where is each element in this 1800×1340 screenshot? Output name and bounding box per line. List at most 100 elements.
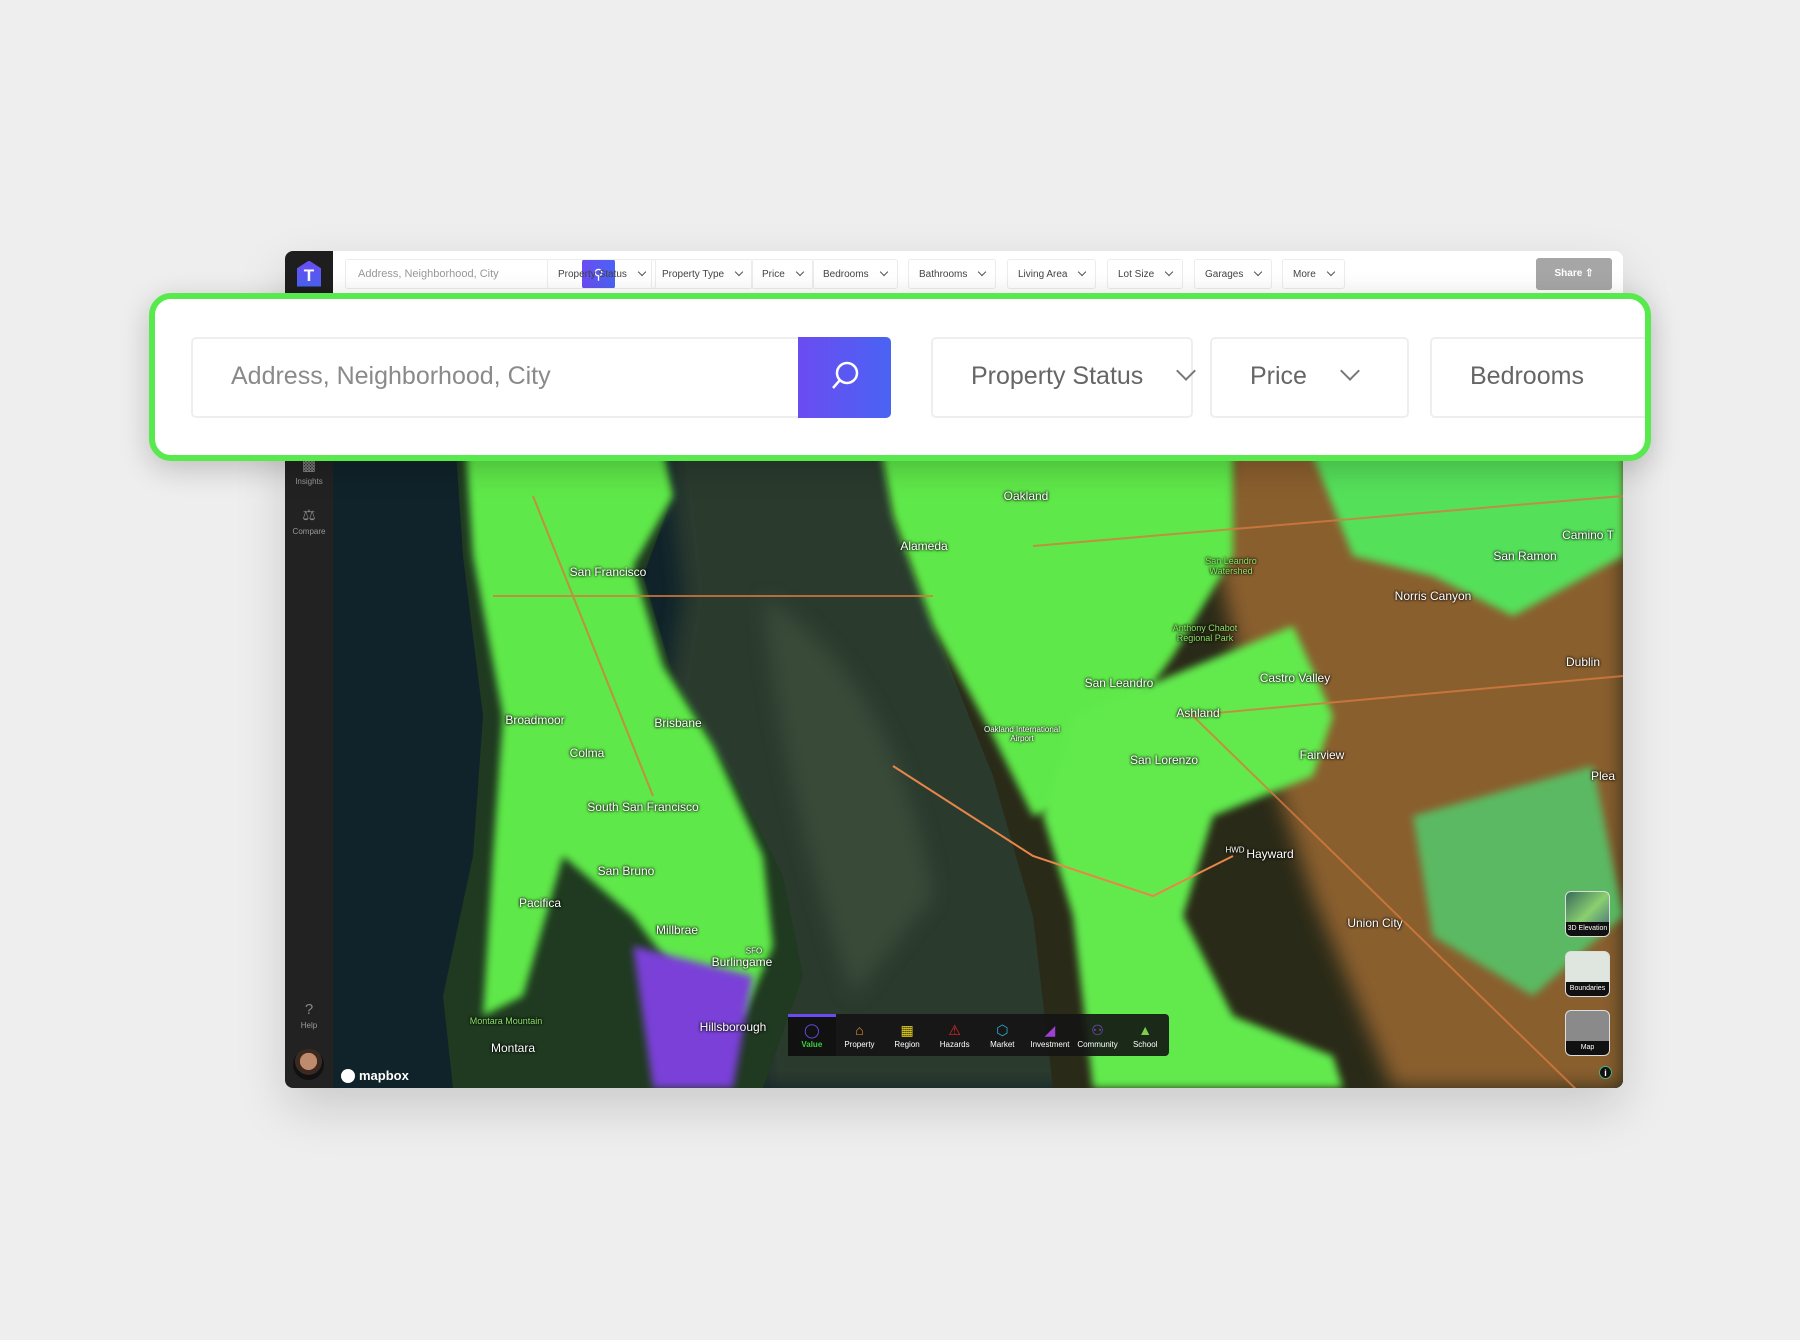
tab-value[interactable]: ◯ Value — [788, 1014, 836, 1056]
avatar[interactable] — [293, 1049, 324, 1080]
search-icon — [832, 361, 859, 389]
layer-label: Map — [1566, 1041, 1609, 1055]
filter-bedrooms[interactable]: Bedrooms — [812, 259, 898, 289]
layer-map-button[interactable]: Map — [1565, 1010, 1610, 1056]
tab-community[interactable]: ⚇ Community — [1074, 1014, 1122, 1056]
growth-chart-icon: ◢ — [1044, 1021, 1056, 1038]
map-label: Pacifica — [518, 896, 562, 910]
mapbox-wordmark: mapbox — [359, 1068, 409, 1083]
warning-icon: ⚠ — [948, 1021, 961, 1038]
tab-label: Value — [801, 1039, 823, 1049]
tab-label: Region — [894, 1039, 920, 1049]
grid-icon: ▦ — [900, 1021, 914, 1038]
tab-label: School — [1132, 1039, 1158, 1049]
map-label: San Francisco — [569, 565, 647, 579]
filter-living-area[interactable]: Living Area — [1007, 259, 1097, 289]
filter-garages[interactable]: Garages — [1194, 259, 1273, 289]
chevron-down-icon — [734, 267, 744, 277]
map-label: San Leandro — [1084, 676, 1154, 690]
sidebar-item-help[interactable]: ? Help — [285, 1001, 333, 1030]
chevron-down-icon — [637, 267, 647, 277]
mapbox-icon — [341, 1068, 355, 1083]
sidebar-item-compare[interactable]: ⚖ Compare — [285, 506, 333, 536]
filter-property-status-zoomed[interactable]: Property Status — [931, 337, 1197, 418]
chevron-down-icon — [1340, 361, 1360, 381]
map-label: Millbrae — [655, 923, 699, 937]
map-label: Colma — [569, 746, 605, 760]
map-label: Broadmoor — [505, 713, 565, 727]
filter-label: More — [1293, 269, 1316, 280]
chevron-down-icon — [1326, 267, 1336, 277]
tab-market[interactable]: ⬡ Market — [979, 1014, 1027, 1056]
filter-property-status[interactable]: Property Status — [547, 259, 656, 289]
house-icon: ⌂ — [855, 1021, 864, 1038]
map-label: San Leandro Watershed — [1205, 556, 1257, 576]
map-label: Plea — [1590, 769, 1616, 783]
map-label: San Lorenzo — [1129, 753, 1199, 767]
sidebar-item-label: Compare — [292, 527, 326, 536]
map-label: Castro Valley — [1259, 671, 1331, 685]
map-label: San Bruno — [597, 864, 655, 878]
hexagon-t-icon: ⬡ — [996, 1021, 1009, 1038]
filter-label: Bedrooms — [823, 269, 869, 280]
map-label: Hayward — [1246, 847, 1294, 861]
map-label: Camino T — [1562, 528, 1614, 542]
filter-property-type[interactable]: Property Type — [651, 259, 754, 289]
chevron-down-icon — [1164, 267, 1174, 277]
map-label: Fairview — [1299, 748, 1345, 762]
map-label: South San Francisco — [587, 800, 699, 814]
filter-label: Bathrooms — [919, 269, 968, 280]
filter-price-zoomed[interactable]: Price — [1210, 337, 1409, 418]
filter-lot-size[interactable]: Lot Size — [1107, 259, 1184, 289]
map-label: Anthony Chabot Regional Park — [1172, 623, 1238, 643]
filter-price[interactable]: Price — [751, 259, 814, 289]
filter-label: Property Status — [558, 269, 627, 280]
filter-more[interactable]: More — [1282, 259, 1345, 289]
zoomed-search-callout: Address, Neighborhood, City Property Sta… — [149, 293, 1651, 461]
tab-label: Hazards — [939, 1039, 970, 1049]
info-icon[interactable]: i — [1599, 1066, 1612, 1079]
map-label: Burlingame — [711, 955, 773, 969]
map-label: Alameda — [900, 539, 948, 553]
people-icon: ⚇ — [1091, 1021, 1104, 1038]
chevron-down-icon — [1078, 267, 1087, 277]
filter-label: Living Area — [1018, 269, 1068, 280]
tab-investment[interactable]: ◢ Investment — [1026, 1014, 1074, 1056]
top-bar: T Address, Neighborhood, City ⚲ Property… — [285, 251, 1623, 296]
graduation-cap-icon: ▲ — [1138, 1021, 1153, 1038]
filter-label: Price — [1250, 362, 1307, 390]
tab-region[interactable]: ▦ Region — [883, 1014, 931, 1056]
map-label: Dublin — [1565, 655, 1601, 669]
map-label: Montara — [490, 1041, 536, 1055]
map-label: HWD — [1225, 845, 1245, 855]
tab-property[interactable]: ⌂ Property — [836, 1014, 884, 1056]
map-label: Norris Canyon — [1394, 589, 1472, 603]
chevron-down-icon — [879, 267, 888, 277]
map-label: SFO — [745, 946, 763, 956]
search-button-zoomed[interactable] — [798, 337, 891, 418]
search-input-zoomed[interactable]: Address, Neighborhood, City — [191, 337, 891, 418]
layer-label: 3D Elevation — [1566, 922, 1609, 936]
map-label: Montara Mountain — [469, 1016, 543, 1026]
mapbox-logo[interactable]: mapbox — [341, 1068, 409, 1083]
filter-bathrooms[interactable]: Bathrooms — [908, 259, 997, 289]
layer-3d-elevation-button[interactable]: 3D Elevation — [1565, 891, 1610, 937]
scale-icon: ⚖ — [302, 507, 316, 524]
layer-toolbar: ◯ Value ⌂ Property ▦ Region ⚠ Hazards ⬡ Marke… — [788, 1014, 1169, 1056]
sidebar-item-label: Help — [300, 1021, 318, 1030]
filter-bedrooms-zoomed[interactable]: Bedrooms — [1430, 337, 1645, 418]
app-logo[interactable]: T — [285, 251, 333, 296]
price-tag-icon: ◯ — [803, 1021, 820, 1038]
question-icon: ? — [304, 1001, 314, 1018]
filter-label: Bedrooms — [1470, 362, 1584, 390]
share-label: Share — [1554, 268, 1583, 279]
map-label: Ashland — [1176, 706, 1220, 720]
share-button[interactable]: Share ⇧ — [1536, 258, 1612, 290]
layer-boundaries-button[interactable]: Boundaries — [1565, 951, 1610, 997]
tab-label: Market — [990, 1039, 1015, 1049]
tab-school[interactable]: ▲ School — [1121, 1014, 1169, 1056]
filter-label: Lot Size — [1118, 269, 1155, 280]
tab-label: Investment — [1030, 1039, 1070, 1049]
chevron-down-icon — [795, 267, 805, 277]
tab-hazards[interactable]: ⚠ Hazards — [931, 1014, 979, 1056]
